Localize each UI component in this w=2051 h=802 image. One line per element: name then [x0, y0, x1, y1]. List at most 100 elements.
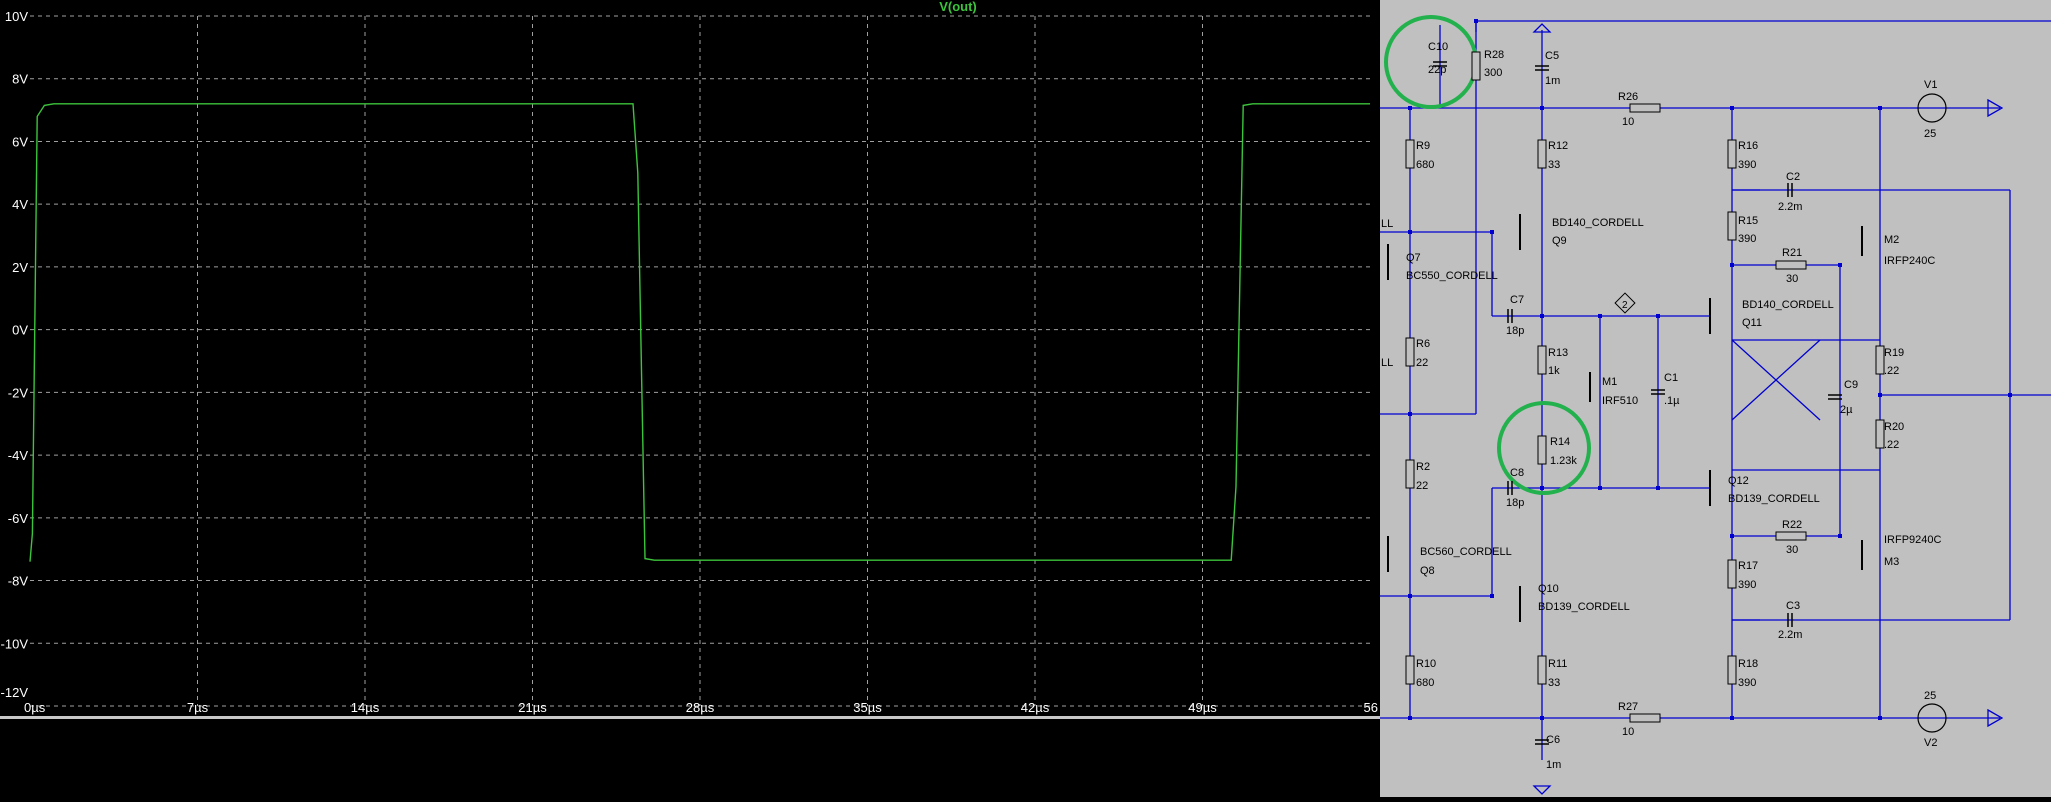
trace-label[interactable]: V(out) — [939, 0, 977, 14]
highlight-circle-c10 — [1384, 15, 1478, 109]
label-r13: R13 — [1548, 347, 1568, 359]
label-r17: R17 — [1738, 560, 1758, 572]
y-tick-label: -8V — [8, 574, 29, 589]
y-tick-label: 8V — [12, 72, 28, 87]
value-r9: 680 — [1416, 159, 1434, 171]
label-r18: R18 — [1738, 658, 1758, 670]
y-tick-label: -12V — [1, 685, 29, 700]
label-q11: Q11 — [1742, 317, 1762, 329]
junction-dots — [1408, 19, 2012, 720]
value-c3: 2.2m — [1778, 629, 1802, 641]
value-c1: .1µ — [1664, 395, 1680, 407]
model-q8: BC560_CORDELL — [1420, 546, 1512, 558]
waveform-plot[interactable]: 10V 8V 6V 4V 2V 0V -2V -4V -6V -8V -10V -12V 0µs 7µs… — [0, 0, 1380, 797]
label-r11: R11 — [1548, 658, 1567, 670]
label-q10: Q10 — [1538, 583, 1559, 595]
value-r19: .22 — [1884, 365, 1899, 377]
label-r6: R6 — [1416, 338, 1430, 350]
x-tick-label: 0µs — [24, 700, 46, 715]
label-r14: R14 — [1550, 436, 1570, 448]
schematic-pane[interactable]: C10 22p R28 300 C5 1m R26 10 V1 25 R9 68… — [1380, 0, 2051, 797]
x-tick-label: 49µs — [1188, 700, 1217, 715]
value-r16: 390 — [1738, 159, 1756, 171]
label-r28: R28 — [1484, 49, 1504, 61]
value-c5: 1m — [1545, 75, 1560, 87]
value-r22: 30 — [1786, 544, 1798, 556]
y-axis-ticks: 10V 8V 6V 4V 2V 0V -2V -4V -6V -8V -10V -12V — [1, 9, 29, 700]
label-r19: R19 — [1884, 347, 1904, 359]
label-r27: R27 — [1618, 701, 1638, 713]
waveform-plot-pane[interactable]: 10V 8V 6V 4V 2V 0V -2V -4V -6V -8V -10V -12V 0µs 7µs… — [0, 0, 1380, 797]
label-v1: V1 — [1924, 79, 1937, 91]
value-c10: 22p — [1428, 64, 1446, 76]
y-tick-label: 10V — [5, 9, 28, 24]
y-tick-label: -4V — [8, 448, 29, 463]
model-q12: BD139_CORDELL — [1728, 493, 1820, 505]
component-labels: C10 22p R28 300 C5 1m R26 10 V1 25 R9 68… — [1381, 41, 1942, 771]
model-q11: BD140_CORDELL — [1742, 299, 1834, 311]
ground-flag-bottom — [1532, 785, 1552, 795]
label-c5: C5 — [1545, 50, 1559, 62]
label-r22: R22 — [1782, 519, 1802, 531]
y-tick-label: 2V — [12, 260, 28, 275]
label-m1: M1 — [1602, 376, 1617, 388]
value-c6: 1m — [1546, 759, 1561, 771]
label-c10: C10 — [1428, 41, 1448, 53]
label-net-flag: 2 — [1622, 300, 1628, 311]
value-v2: 25 — [1924, 690, 1936, 702]
model-q10: BD139_CORDELL — [1538, 601, 1630, 613]
label-r2: R2 — [1416, 461, 1430, 473]
label-r21: R21 — [1782, 247, 1802, 259]
label-c3: C3 — [1786, 600, 1800, 612]
value-r20: .22 — [1884, 439, 1899, 451]
x-tick-label: 7µs — [187, 700, 209, 715]
label-c9: C9 — [1844, 379, 1858, 391]
label-c6: C6 — [1546, 734, 1560, 746]
model-m1: IRF510 — [1602, 395, 1638, 407]
x-tick-label: 14µs — [351, 700, 380, 715]
x-tick-label: 21µs — [518, 700, 547, 715]
label-left-ll-2: LL — [1381, 357, 1393, 369]
label-c7: C7 — [1510, 294, 1524, 306]
label-q12: Q12 — [1728, 475, 1749, 487]
x-axis-ticks: 0µs 7µs 14µs 21µs 28µs 35µs 42µs 49µs 56 — [24, 700, 1378, 715]
value-r17: 390 — [1738, 579, 1756, 591]
value-c7: 18p — [1506, 325, 1524, 337]
label-q9-model: BD140_CORDELL — [1552, 217, 1644, 229]
model-m2: IRFP240C — [1884, 255, 1935, 267]
label-c2: C2 — [1786, 171, 1800, 183]
plot-bottom-border — [0, 716, 1380, 719]
value-r11: 33 — [1548, 677, 1560, 689]
value-r21: 30 — [1786, 273, 1798, 285]
y-tick-label: -10V — [1, 636, 29, 651]
plot-grid — [30, 15, 1370, 707]
schematic-wires — [1380, 20, 2051, 760]
label-r16: R16 — [1738, 140, 1758, 152]
label-q8: Q8 — [1420, 565, 1435, 577]
value-r28: 300 — [1484, 67, 1502, 79]
value-r18: 390 — [1738, 677, 1756, 689]
x-tick-label: 28µs — [686, 700, 715, 715]
resistor-bodies — [1405, 51, 1885, 723]
y-tick-label: 6V — [12, 134, 28, 149]
y-tick-label: -2V — [8, 385, 29, 400]
value-r14: 1.23k — [1550, 455, 1577, 467]
value-c8: 18p — [1506, 497, 1524, 509]
y-tick-label: 0V — [12, 323, 28, 338]
value-r26: 10 — [1622, 116, 1634, 128]
label-r20: R20 — [1884, 421, 1904, 433]
label-c1: C1 — [1664, 372, 1678, 384]
value-r12: 33 — [1548, 159, 1560, 171]
value-r10: 680 — [1416, 677, 1434, 689]
label-m3: M3 — [1884, 556, 1899, 568]
x-tick-label: 42µs — [1021, 700, 1050, 715]
schematic-canvas[interactable]: C10 22p R28 300 C5 1m R26 10 V1 25 R9 68… — [1380, 0, 2051, 797]
value-r2: 22 — [1416, 480, 1428, 492]
label-left-ll-1: LL — [1381, 218, 1393, 230]
value-r27: 10 — [1622, 726, 1634, 738]
value-c2: 2.2m — [1778, 201, 1802, 213]
label-r9: R9 — [1416, 140, 1430, 152]
label-r10: R10 — [1416, 658, 1436, 670]
value-c9: 2µ — [1840, 404, 1853, 416]
model-m3: IRFP9240C — [1884, 534, 1942, 546]
